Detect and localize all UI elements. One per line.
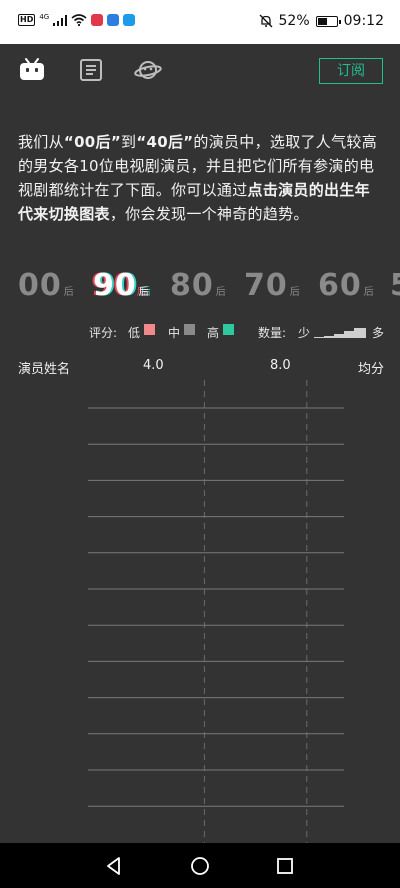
intro-text-4: ，你会发现一个神奇的趋势。 [109,205,309,223]
average-column-header: 均分 [358,362,385,377]
network-type: 4G [39,13,50,21]
search-app-icon [123,14,136,26]
score-high-label: 高 [207,326,220,340]
decade-50-label: 5 [390,268,400,303]
status-left: HD 4G [18,13,136,26]
decade-00-label: 00 [18,268,62,303]
intro-quote-00: “00后” [63,133,121,151]
home-icon[interactable] [190,856,210,876]
score-mid-label: 中 [168,326,181,340]
intro-paragraph: 我们从“00后”到“40后”的演员中，选取了人气较高的男女各10位电视剧演员，并… [18,130,384,226]
decade-80[interactable]: 80 后 [170,268,227,303]
decade-50[interactable]: 5 [390,268,400,303]
clock: 09:12 [343,13,384,29]
quantity-many-label: 多 [372,326,385,340]
subscribe-button[interactable]: 订阅 [319,58,383,84]
axis-tick-4: 4.0 [143,358,164,373]
quantity-label: 数量: [258,326,287,340]
actor-name-column-header: 演员姓名 [18,362,71,377]
hd-icon: HD [18,14,36,26]
score-label: 评分: [89,326,118,340]
legend: 评分: 低 中 高 数量: 少 多 [0,324,400,344]
decade-70[interactable]: 70 后 [244,268,301,303]
battery-percent: 52% [278,13,310,29]
wifi-icon [71,14,87,26]
quantity-scale-icon [314,328,366,338]
status-right: 52% 09:12 [259,13,384,29]
red-app-icon [91,14,104,26]
score-mid-swatch [184,324,195,335]
decade-60[interactable]: 60 后 [318,268,375,303]
signal-icon [53,14,68,26]
decade-70-suffix: 后 [289,287,301,298]
decade-70-label: 70 [244,268,288,303]
intro-quote-40: “40后” [136,133,194,151]
decade-60-label: 60 [318,268,362,303]
decade-00-suffix: 后 [63,287,75,298]
back-icon[interactable] [104,856,124,876]
bilibili-tv-icon[interactable] [18,56,46,84]
decade-80-label: 80 [170,268,214,303]
score-high-swatch [223,324,234,335]
blue-app-icon [107,14,120,26]
axis-tick-8: 8.0 [270,358,291,373]
intro-text-2: 到 [121,133,137,151]
decade-60-suffix: 后 [363,287,375,298]
planet-icon[interactable] [134,56,162,84]
score-low-swatch [144,324,155,335]
intro-text-1: 我们从 [18,133,64,151]
actor-score-chart [88,380,344,843]
table-header: 演员姓名 4.0 8.0 均分 [0,356,400,377]
decade-selector: 00后 90后 80后 70后 60后 5 [0,268,400,308]
recents-icon[interactable] [276,857,294,875]
decade-00[interactable]: 00 后 [18,268,75,303]
mute-bell-icon [259,14,272,28]
battery-level [317,17,327,25]
article-icon[interactable] [77,56,105,84]
quantity-few-label: 少 [298,326,311,340]
score-low-label: 低 [128,326,141,340]
decade-90-label: 90 [93,268,137,303]
decade-80-suffix: 后 [215,287,227,298]
decade-90[interactable]: 90 后 [93,268,150,303]
battery-icon [315,15,341,27]
status-bar: HD 4G 52% 09:12 [0,0,400,44]
decade-90-suffix: 后 [138,287,150,298]
system-nav-bar [0,843,400,888]
